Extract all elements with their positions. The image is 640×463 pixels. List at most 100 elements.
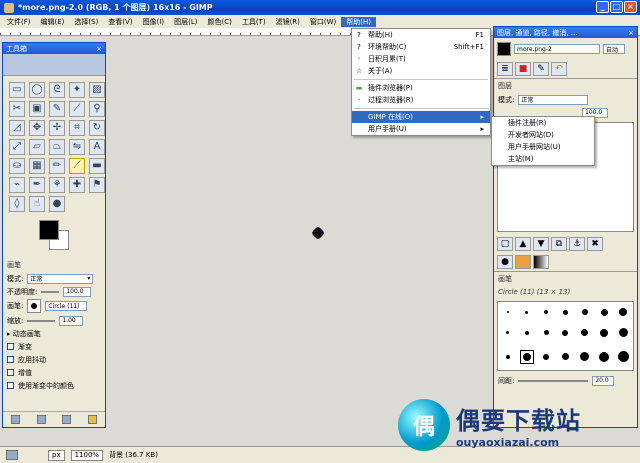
gradient-color-checkbox[interactable] — [7, 382, 14, 389]
menu-item-procedure-browser[interactable]: · 过程浏览器(R) — [352, 94, 490, 106]
mode-select[interactable]: 正常 ▾ — [27, 273, 94, 284]
fg-bg-colors[interactable] — [33, 218, 105, 258]
move-icon[interactable]: ✥ — [29, 120, 45, 136]
brush-grid[interactable] — [497, 301, 634, 371]
raise-layer-icon[interactable]: ▲ — [515, 237, 531, 251]
scale-input[interactable]: 1.00 — [59, 315, 84, 326]
spacing-input[interactable]: 20.0 — [592, 375, 615, 386]
menu-item-plugin-browser[interactable]: ▬ 插件浏览器(P) — [352, 82, 490, 94]
ellipse-select-icon[interactable]: ◯ — [29, 82, 45, 98]
close-button[interactable]: × — [624, 1, 637, 13]
save-options-icon[interactable] — [11, 415, 21, 424]
color-picker-icon[interactable]: ⟋ — [69, 101, 85, 117]
opacity-slider[interactable] — [41, 290, 60, 293]
lower-layer-icon[interactable]: ▼ — [533, 237, 549, 251]
menu-layer[interactable]: 图层(L) — [169, 17, 202, 27]
reset-options-icon[interactable] — [87, 415, 97, 424]
submenu-item-developer-site[interactable]: 开发者网站(D) — [492, 129, 594, 141]
menu-edit[interactable]: 编辑(E) — [36, 17, 70, 27]
brush-preview[interactable] — [27, 299, 42, 313]
menu-view[interactable]: 查看(V) — [103, 17, 137, 27]
scale-icon[interactable]: ⤢ — [9, 139, 25, 155]
opacity-input[interactable]: 100.0 — [63, 286, 92, 297]
submenu-item-manual-site[interactable]: 用户手册网站(U) — [492, 141, 594, 153]
brushes-tab-icon[interactable]: ● — [497, 255, 513, 269]
fuzzy-select-icon[interactable]: ✦ — [69, 82, 85, 98]
undo-tab-icon[interactable]: ↶ — [551, 62, 567, 76]
bucket-fill-icon[interactable]: ⛀ — [9, 158, 25, 174]
menu-image[interactable]: 图像(I) — [138, 17, 170, 27]
blur-icon[interactable]: ◊ — [9, 196, 25, 212]
gradients-tab-icon[interactable] — [533, 255, 549, 269]
toolbox-close-icon[interactable]: × — [96, 45, 102, 53]
menu-colors[interactable]: 颜色(C) — [202, 17, 236, 27]
dock-close-icon[interactable]: × — [628, 29, 634, 37]
anchor-layer-icon[interactable]: ⚓ — [569, 237, 585, 251]
airbrush-icon[interactable]: ⌁ — [9, 177, 25, 193]
free-select-icon[interactable]: ᘓ — [49, 82, 65, 98]
dodge-burn-icon[interactable]: ● — [49, 196, 65, 212]
zoom-icon[interactable]: ⚲ — [89, 101, 105, 117]
paths-icon[interactable]: ✎ — [49, 101, 65, 117]
measure-icon[interactable]: ◿ — [9, 120, 25, 136]
text-icon[interactable]: A — [89, 139, 105, 155]
zoom-select[interactable]: 1100% — [70, 449, 104, 461]
menu-item-about[interactable]: ☆ 关于(A) — [352, 65, 490, 77]
menu-file[interactable]: 文件(F) — [2, 17, 36, 27]
duplicate-layer-icon[interactable]: ⧉ — [551, 237, 567, 251]
pencil-icon[interactable]: ✏ — [49, 158, 65, 174]
unit-select[interactable]: px — [48, 449, 65, 461]
image-selector[interactable]: more.png-2 自动 — [494, 38, 637, 60]
blend-icon[interactable]: ▦ — [29, 158, 45, 174]
perspective-clone-icon[interactable]: ⚑ — [89, 177, 105, 193]
color-select-icon[interactable]: ▨ — [89, 82, 105, 98]
menu-item-tip[interactable]: ◦ 日积月累(T) — [352, 53, 490, 65]
align-icon[interactable]: ✢ — [49, 120, 65, 136]
shear-icon[interactable]: ▱ — [29, 139, 45, 155]
restore-options-icon[interactable] — [36, 415, 46, 424]
scissors-icon[interactable]: ✂ — [9, 101, 25, 117]
paintbrush-icon[interactable]: ⟋ — [69, 158, 85, 174]
new-layer-icon[interactable]: ▢ — [497, 237, 513, 251]
rect-select-icon[interactable]: ▭ — [9, 82, 25, 98]
fade-checkbox[interactable] — [7, 343, 14, 350]
menu-item-gimp-online[interactable]: GIMP 在线(O) ▸ — [352, 111, 490, 123]
ink-icon[interactable]: ✒ — [29, 177, 45, 193]
layers-tab-icon[interactable]: ≣ — [497, 62, 513, 76]
dynamics-expander[interactable]: ▸ 动态画笔 — [7, 329, 41, 339]
menu-windows[interactable]: 窗口(W) — [305, 17, 341, 27]
layer-mode-select[interactable]: 正常 — [518, 94, 589, 105]
perspective-icon[interactable]: ⏢ — [49, 139, 65, 155]
menu-item-context-help[interactable]: ? 环境帮助(C) Shift+F1 — [352, 41, 490, 53]
menu-item-user-manual[interactable]: 用户手册(U) ▸ — [352, 123, 490, 135]
crop-icon[interactable]: ⌗ — [69, 120, 85, 136]
menu-select[interactable]: 选择(S) — [69, 17, 103, 27]
maximize-button[interactable]: □ — [610, 1, 623, 13]
patterns-tab-icon[interactable] — [515, 255, 531, 269]
jitter-checkbox[interactable] — [7, 356, 14, 363]
flip-icon[interactable]: ⇋ — [69, 139, 85, 155]
channels-tab-icon[interactable]: ■ — [515, 62, 531, 76]
menu-help[interactable]: 帮助(H) — [341, 16, 377, 27]
foreground-select-icon[interactable]: ▣ — [29, 101, 45, 117]
smudge-icon[interactable]: ☝ — [29, 196, 45, 212]
clone-icon[interactable]: ⚘ — [49, 177, 65, 193]
foreground-color-swatch[interactable] — [39, 220, 59, 240]
navigate-icon[interactable] — [6, 450, 18, 460]
paths-tab-icon[interactable]: ✎ — [533, 62, 549, 76]
minimize-button[interactable]: _ — [596, 1, 609, 13]
spacing-slider[interactable] — [518, 379, 589, 382]
heal-icon[interactable]: ✚ — [69, 177, 85, 193]
delete-options-icon[interactable] — [62, 415, 72, 424]
rotate-icon[interactable]: ↻ — [89, 120, 105, 136]
menu-item-help[interactable]: ? 帮助(H) F1 — [352, 29, 490, 41]
incremental-checkbox[interactable] — [7, 369, 14, 376]
image-name[interactable]: more.png-2 — [514, 44, 600, 54]
menu-filters[interactable]: 滤镜(R) — [271, 17, 305, 27]
delete-layer-icon[interactable]: ✖ — [587, 237, 603, 251]
auto-button[interactable]: 自动 — [603, 44, 625, 54]
menu-tools[interactable]: 工具(T) — [237, 17, 271, 27]
eraser-icon[interactable]: ▬ — [89, 158, 105, 174]
submenu-item-plugin-registry[interactable]: 插件注册(R) — [492, 117, 594, 129]
scale-slider[interactable] — [27, 319, 56, 322]
